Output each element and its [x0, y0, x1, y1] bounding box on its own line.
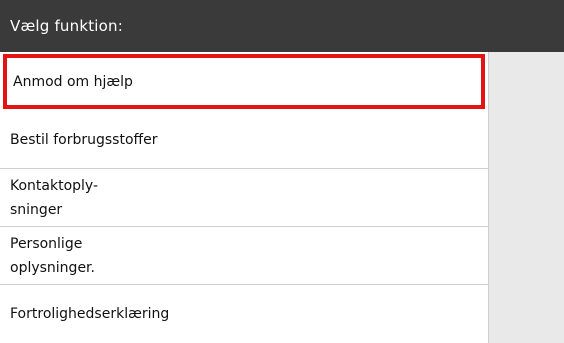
header-bar: Vælg funktion: — [0, 0, 564, 52]
menu-item-label: Fortrolighedserklæring — [10, 306, 170, 322]
page-title: Vælg funktion: — [10, 17, 124, 35]
function-menu: Anmod om hjælp Bestil forbrugsstoffer Ko… — [0, 52, 489, 343]
menu-item-label: Kontaktoply- sninger — [10, 177, 99, 218]
menu-item-personal-info[interactable]: Personlige oplysninger. — [0, 227, 488, 285]
menu-item-label: Bestil forbrugsstoffer — [10, 131, 158, 148]
menu-item-label: Personlige oplysninger. — [10, 235, 95, 276]
menu-item-order-supplies[interactable]: Bestil forbrugsstoffer — [0, 111, 488, 169]
menu-item-request-help[interactable]: Anmod om hjælp — [3, 54, 485, 109]
function-select-screen: Vælg funktion: Anmod om hjælp Bestil for… — [0, 0, 564, 343]
menu-item-privacy-statement[interactable]: Fortrolighedserklæring — [0, 285, 488, 343]
menu-item-label: Anmod om hjælp — [13, 73, 133, 90]
menu-item-contact-info[interactable]: Kontaktoply- sninger — [0, 169, 488, 227]
side-panel — [489, 52, 564, 343]
